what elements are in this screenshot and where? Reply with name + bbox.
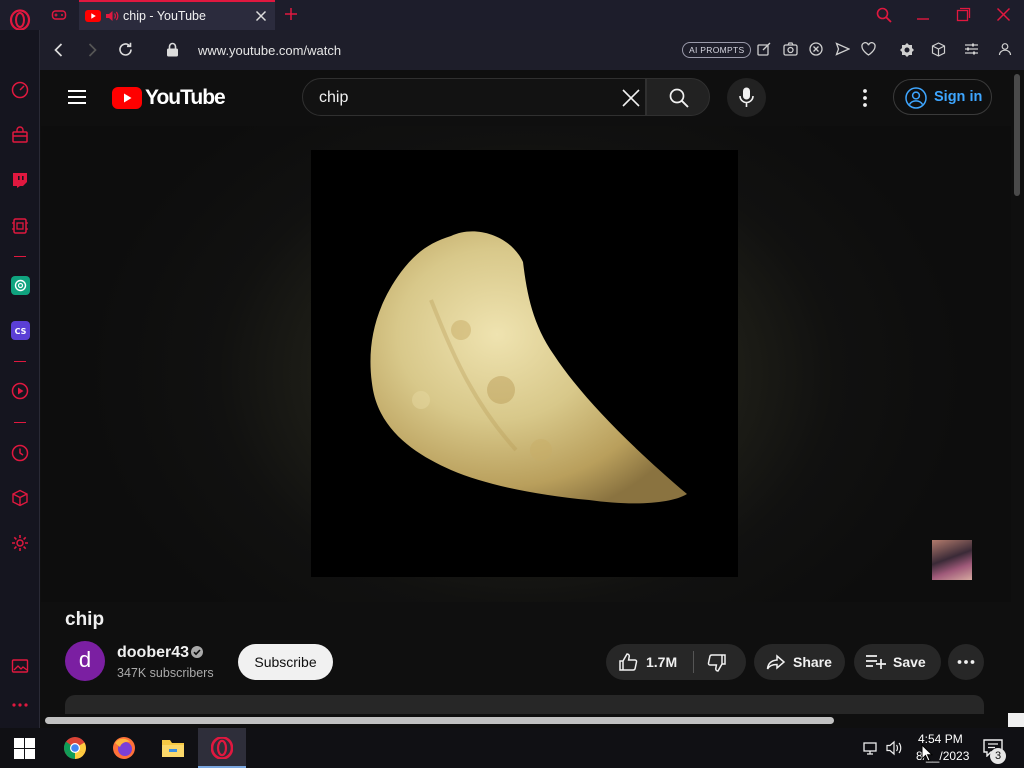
like-icon[interactable] [618, 652, 638, 672]
sidebar-divider [14, 256, 26, 257]
playlist-add-icon [866, 655, 886, 669]
vertical-scrollbar-thumb[interactable] [1014, 74, 1020, 196]
youtube-logo-icon[interactable] [112, 87, 142, 109]
share-icon [766, 654, 786, 670]
sidebar-divider [14, 422, 26, 423]
heart-icon[interactable] [861, 42, 876, 56]
chatgpt-icon[interactable] [11, 276, 30, 295]
cube-icon[interactable] [931, 42, 946, 57]
search-input-box[interactable] [302, 78, 646, 116]
more-horizontal-icon [957, 660, 975, 664]
address-bar [40, 30, 1024, 70]
channel-name-link[interactable]: doober43 [117, 644, 189, 662]
sidebar-divider [14, 361, 26, 362]
youtube-icon [85, 10, 101, 22]
extension-icon[interactable] [11, 217, 29, 235]
speed-dial-icon[interactable] [11, 81, 29, 99]
chatsonic-icon[interactable]: CS [11, 321, 30, 340]
save-button[interactable]: Save [854, 644, 941, 680]
sign-in-label: Sign in [934, 89, 983, 105]
speaker-icon[interactable] [105, 10, 119, 22]
verified-badge-icon [190, 645, 204, 659]
back-icon[interactable] [51, 42, 67, 58]
send-icon[interactable] [835, 42, 850, 56]
sliders-icon[interactable] [964, 42, 979, 56]
horizontal-scrollbar-thumb[interactable] [45, 717, 834, 724]
settings-icon[interactable] [11, 534, 29, 552]
minimize-icon[interactable] [916, 8, 930, 22]
firefox-icon[interactable] [112, 736, 136, 760]
more-actions-button[interactable] [948, 644, 984, 680]
camera-icon[interactable] [783, 42, 798, 56]
opera-icon [211, 737, 233, 759]
save-label: Save [893, 654, 926, 670]
restore-icon[interactable] [956, 7, 971, 22]
search-icon[interactable] [876, 7, 892, 23]
account-icon [905, 87, 927, 109]
history-icon[interactable] [11, 444, 29, 462]
network-icon[interactable] [862, 740, 880, 756]
like-divider [693, 651, 694, 673]
close-circle-icon[interactable] [809, 42, 823, 56]
opera-taskbar-icon[interactable] [198, 728, 246, 768]
tab-title: chip - YouTube [123, 9, 206, 23]
edit-icon[interactable] [757, 42, 771, 56]
like-count[interactable]: 1.7M [646, 654, 677, 670]
shopping-icon[interactable] [11, 126, 29, 144]
user-icon[interactable] [998, 42, 1012, 56]
dislike-icon[interactable] [707, 653, 727, 673]
vpn-icon[interactable] [899, 42, 915, 58]
close-icon[interactable] [255, 10, 267, 22]
clear-search-icon[interactable] [621, 88, 641, 108]
twitch-icon[interactable] [11, 171, 29, 189]
subscriber-count: 347K subscribers [117, 666, 214, 680]
scrollbar-corner [1008, 713, 1024, 727]
chrome-icon[interactable] [63, 736, 87, 760]
like-dislike-group: 1.7M [606, 644, 746, 680]
channel-avatar[interactable]: d [65, 641, 105, 681]
microphone-icon [739, 87, 754, 107]
channel-watermark-thumbnail[interactable] [932, 540, 972, 580]
voice-search-button[interactable] [727, 78, 766, 117]
search-input[interactable]: chip [319, 89, 348, 107]
chip-video-image[interactable] [311, 150, 738, 577]
lock-icon[interactable] [166, 42, 179, 57]
settings-more-icon[interactable] [857, 88, 873, 108]
sign-in-button[interactable]: Sign in [893, 79, 992, 115]
gamepad-icon[interactable] [51, 7, 67, 23]
mouse-cursor-icon [921, 744, 933, 762]
plus-icon[interactable] [284, 7, 298, 21]
notification-count-badge: 3 [990, 748, 1006, 764]
volume-icon[interactable] [886, 740, 904, 756]
tab-youtube[interactable]: chip - YouTube [79, 0, 275, 30]
more-icon[interactable] [11, 700, 29, 710]
hamburger-menu-icon[interactable] [67, 87, 87, 107]
share-label: Share [793, 654, 832, 670]
opera-logo-icon[interactable] [9, 9, 31, 31]
subscribe-button[interactable]: Subscribe [238, 644, 333, 680]
forward-icon[interactable] [84, 42, 100, 58]
youtube-logo-text[interactable]: YouTube [145, 86, 226, 110]
url-field[interactable]: www.youtube.com/watch [198, 43, 341, 58]
search-button[interactable] [646, 78, 710, 116]
close-window-icon[interactable] [996, 7, 1011, 22]
file-explorer-icon[interactable] [161, 737, 185, 759]
windows-start-icon[interactable] [14, 738, 35, 759]
crypto-wallet-icon[interactable] [11, 489, 29, 507]
player-icon[interactable] [11, 382, 29, 400]
share-button[interactable]: Share [754, 644, 845, 680]
ai-prompts-button[interactable]: AI PROMPTS [682, 42, 752, 58]
reload-icon[interactable] [117, 41, 134, 58]
search-icon [669, 88, 689, 108]
video-title: chip [65, 609, 105, 630]
gallery-icon[interactable] [11, 657, 29, 675]
svg-text:CS: CS [15, 327, 27, 336]
